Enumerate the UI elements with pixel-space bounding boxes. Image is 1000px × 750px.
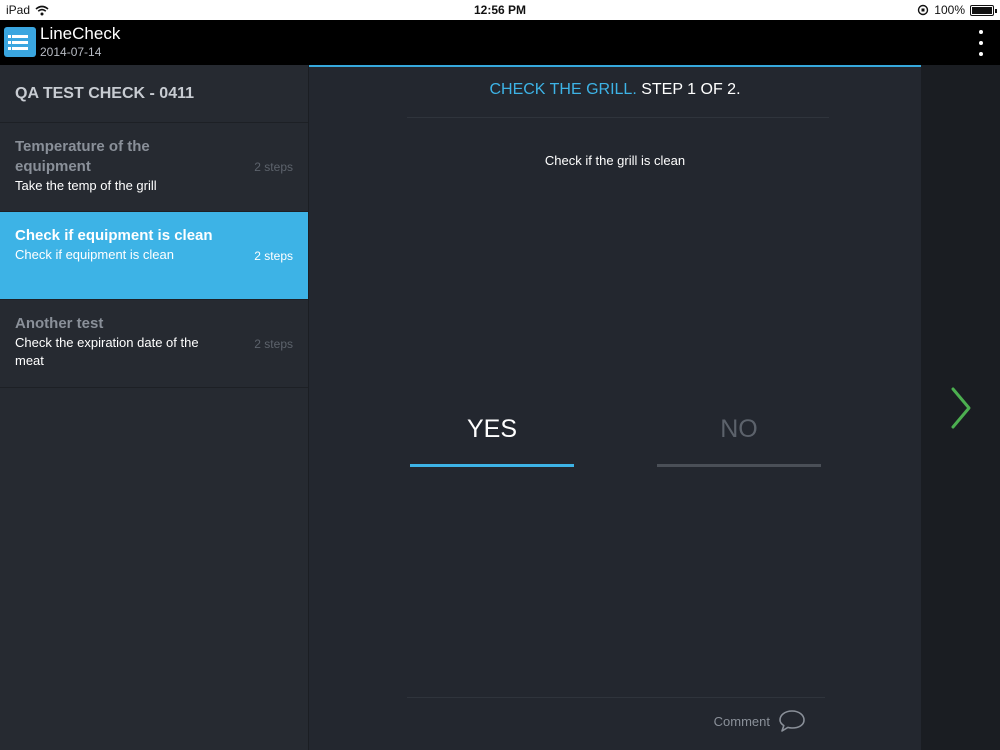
status-time: 12:56 PM [473, 3, 527, 17]
more-vertical-icon[interactable] [976, 30, 986, 56]
no-button[interactable]: NO [657, 407, 821, 467]
checklist-title: QA TEST CHECK - 0411 [0, 65, 308, 123]
app-title: LineCheck [40, 24, 121, 43]
yes-button[interactable]: YES [410, 407, 574, 467]
yes-label: YES [466, 415, 518, 443]
sidebar-item-title: Another test [15, 315, 104, 332]
sidebar-item-steps: 2 steps [254, 248, 293, 263]
sidebar: QA TEST CHECK - 0411 Temperature of the … [0, 65, 309, 750]
divider [407, 697, 825, 698]
sidebar-item-description: Check the expiration date of the meat [15, 335, 199, 368]
sidebar-item-another-test[interactable]: Another test Check the expiration date o… [0, 300, 308, 388]
sidebar-item-title: Check if equipment is clean [15, 227, 213, 244]
speech-bubble-icon [779, 710, 805, 732]
sidebar-item-steps: 2 steps [254, 336, 293, 351]
checklist-icon [4, 27, 36, 57]
battery-percent: 100% [934, 3, 965, 17]
yes-underline [410, 464, 574, 467]
status-bar: iPad 12:56 PM 100% [0, 0, 1000, 20]
orientation-lock-icon [918, 4, 929, 16]
main-panel: CHECK THE GRILL. STEP 1 OF 2. Check if t… [309, 65, 921, 750]
navigation-panel [921, 65, 1000, 750]
sidebar-item-description: Check if equipment is clean [15, 247, 174, 262]
sidebar-item-description: Take the temp of the grill [15, 178, 157, 193]
chevron-right-icon[interactable] [945, 385, 975, 431]
sidebar-item-steps: 2 steps [254, 160, 293, 174]
step-title: CHECK THE GRILL. STEP 1 OF 2. [309, 81, 921, 99]
divider [407, 117, 829, 118]
battery-icon [970, 4, 997, 16]
step-title-progress: STEP 1 OF 2. [641, 81, 741, 98]
no-underline [657, 464, 821, 467]
comment-label: Comment [713, 713, 770, 729]
no-label: NO [720, 415, 758, 443]
comment-button[interactable]: Comment [714, 709, 806, 733]
sidebar-item-clean[interactable]: Check if equipment is clean Check if equ… [0, 212, 308, 300]
app-bar: LineCheck 2014-07-14 [0, 20, 1000, 65]
sidebar-item-temperature[interactable]: Temperature of the equipment Take the te… [0, 123, 308, 212]
step-question: Check if the grill is clean [544, 153, 686, 168]
sidebar-item-title: Temperature of the equipment [15, 138, 150, 175]
app-date: 2014-07-14 [40, 45, 102, 59]
step-title-accent: CHECK THE GRILL. [489, 81, 637, 98]
